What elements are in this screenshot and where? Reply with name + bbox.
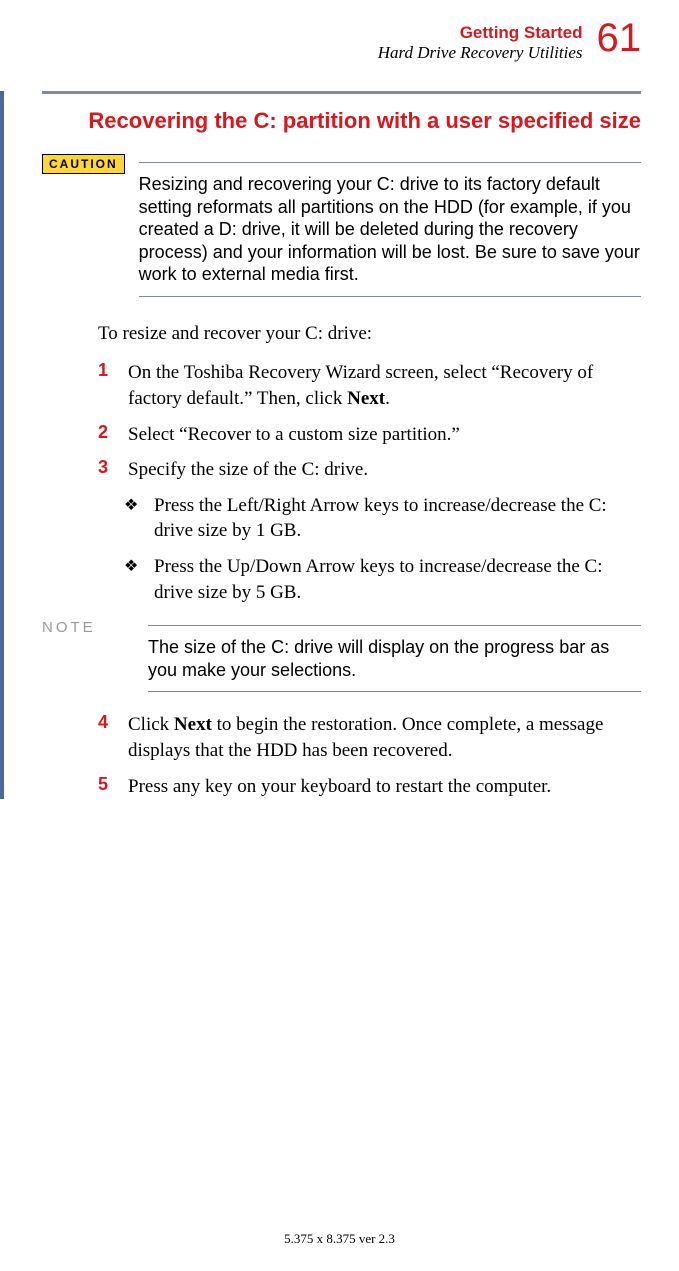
bullet-text: Press the Up/Down Arrow keys to increase… xyxy=(154,554,641,605)
note-label: NOTE xyxy=(42,615,148,636)
divider xyxy=(148,691,641,692)
step-item: 3 Specify the size of the C: drive. xyxy=(98,457,641,483)
bullet-item: ❖ Press the Up/Down Arrow keys to increa… xyxy=(124,554,641,605)
caution-block: CAUTION Resizing and recovering your C: … xyxy=(42,152,641,307)
step-number: 2 xyxy=(98,422,128,448)
caution-badge: CAUTION xyxy=(42,154,125,174)
diamond-bullet-icon: ❖ xyxy=(124,554,154,605)
step-item: 5 Press any key on your keyboard to rest… xyxy=(98,774,641,800)
page-header: Getting Started Hard Drive Recovery Util… xyxy=(42,20,641,63)
divider xyxy=(139,296,641,297)
divider xyxy=(42,91,641,94)
step-item: 4 Click Next to begin the restoration. O… xyxy=(98,712,641,763)
step-text: Press any key on your keyboard to restar… xyxy=(128,774,641,800)
step-number: 1 xyxy=(98,360,128,411)
page-number: 61 xyxy=(597,18,642,58)
step-item: 1 On the Toshiba Recovery Wizard screen,… xyxy=(98,360,641,411)
step-text: Click Next to begin the restoration. Onc… xyxy=(128,712,641,763)
steps-list-continued: 4 Click Next to begin the restoration. O… xyxy=(98,712,641,799)
step-text: On the Toshiba Recovery Wizard screen, s… xyxy=(128,360,641,411)
note-block: NOTE The size of the C: drive will displ… xyxy=(42,615,641,702)
note-text: The size of the C: drive will display on… xyxy=(148,636,641,681)
step-number: 3 xyxy=(98,457,128,483)
divider xyxy=(139,162,641,163)
step-number: 5 xyxy=(98,774,128,800)
bullet-item: ❖ Press the Left/Right Arrow keys to inc… xyxy=(124,493,641,544)
divider xyxy=(148,625,641,626)
step-text: Specify the size of the C: drive. xyxy=(128,457,641,483)
intro-text: To resize and recover your C: drive: xyxy=(98,321,641,347)
header-section: Hard Drive Recovery Utilities xyxy=(378,43,583,63)
footer-text: 5.375 x 8.375 ver 2.3 xyxy=(0,1231,679,1247)
step-item: 2 Select “Recover to a custom size parti… xyxy=(98,422,641,448)
caution-text: Resizing and recovering your C: drive to… xyxy=(139,173,641,286)
diamond-bullet-icon: ❖ xyxy=(124,493,154,544)
header-chapter: Getting Started xyxy=(378,24,583,43)
section-title: Recovering the C: partition with a user … xyxy=(42,108,641,134)
step-number: 4 xyxy=(98,712,128,763)
bullet-text: Press the Left/Right Arrow keys to incre… xyxy=(154,493,641,544)
step-text: Select “Recover to a custom size partiti… xyxy=(128,422,641,448)
sub-bullet-list: ❖ Press the Left/Right Arrow keys to inc… xyxy=(124,493,641,606)
steps-list: 1 On the Toshiba Recovery Wizard screen,… xyxy=(98,360,641,605)
